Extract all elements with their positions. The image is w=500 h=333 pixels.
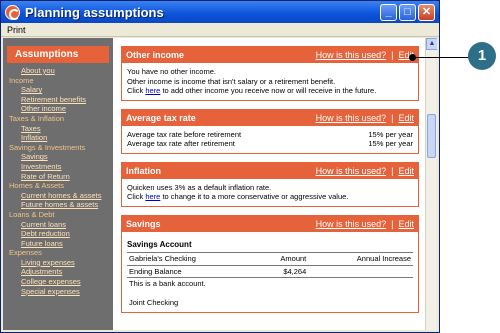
window-title: Planning assumptions bbox=[25, 4, 164, 20]
panel-text: You have no other income. bbox=[127, 67, 216, 76]
sidebar-category: Expenses bbox=[9, 248, 42, 258]
main-content: Other income How is this used? | Edit Yo… bbox=[113, 38, 437, 330]
here-link[interactable]: here bbox=[145, 86, 160, 95]
minimize-button[interactable]: _ bbox=[380, 3, 397, 21]
sidebar-category: Savings & Investments bbox=[9, 142, 86, 152]
sidebar-link[interactable]: Taxes bbox=[7, 124, 113, 134]
menu-print[interactable]: Print bbox=[7, 25, 26, 35]
panel-text: Click here to change it to a more conser… bbox=[127, 192, 349, 201]
link-separator: | bbox=[391, 112, 394, 123]
sidebar-link[interactable]: Savings bbox=[7, 152, 113, 162]
table-row: Gabriela's Checking Amount Annual Increa… bbox=[127, 252, 413, 266]
sidebar-link[interactable]: Other income bbox=[7, 104, 113, 114]
sidebar-list: About you Income Salary Retirement benefits… bbox=[7, 66, 113, 296]
sidebar-link[interactable]: Adjustments bbox=[7, 267, 113, 277]
tax-row: Average tax rate before retirement 15% pe… bbox=[127, 129, 413, 139]
sidebar-category: Income bbox=[9, 75, 34, 85]
scroll-up-icon[interactable]: ▲ bbox=[426, 38, 437, 50]
edit-link[interactable]: Edit bbox=[398, 219, 414, 229]
scroll-thumb[interactable] bbox=[427, 114, 436, 158]
quicken-app-icon bbox=[5, 4, 20, 20]
how-is-this-used-link[interactable]: How is this used? bbox=[316, 113, 387, 123]
close-button[interactable]: ✕ bbox=[418, 3, 435, 21]
tax-row: Average tax rate after retirement 15% per… bbox=[127, 139, 413, 148]
table-row: This is a bank account. bbox=[129, 279, 206, 288]
savings-table: Gabriela's Checking Amount Annual Increa… bbox=[127, 252, 413, 308]
edit-link[interactable]: Edit bbox=[398, 113, 414, 123]
sidebar-header: Assumptions bbox=[7, 46, 109, 63]
title-bar[interactable]: Planning assumptions _ □ ✕ bbox=[1, 1, 439, 23]
sidebar-link[interactable]: Future homes & assets bbox=[7, 200, 113, 210]
sidebar-link[interactable]: Special expenses bbox=[7, 287, 113, 297]
planning-assumptions-window: Planning assumptions _ □ ✕ Print Assumpt… bbox=[0, 0, 440, 333]
sidebar-link[interactable]: Future loans bbox=[7, 239, 113, 249]
panel-title: Average tax rate bbox=[126, 112, 196, 123]
savings-panel: Savings How is this used? | Edit Savings… bbox=[121, 214, 419, 313]
how-is-this-used-link[interactable]: How is this used? bbox=[316, 219, 387, 229]
menu-bar: Print bbox=[1, 23, 439, 37]
sidebar-link[interactable]: Debt reduction bbox=[7, 229, 113, 239]
step-callout-badge: 1 bbox=[468, 42, 496, 70]
savings-subtitle: Savings Account bbox=[127, 239, 192, 249]
panel-text: Other income is income that isn't salary… bbox=[127, 76, 336, 86]
sidebar-link[interactable]: Current loans bbox=[7, 220, 113, 230]
panel-text: Quicken uses 3% as a default inflation r… bbox=[127, 182, 272, 192]
panel-title: Savings bbox=[126, 218, 161, 229]
assumptions-sidebar: Assumptions About you Income Salary Retirem… bbox=[3, 38, 113, 330]
panel-text: Click here to add other income you recei… bbox=[127, 86, 377, 95]
sidebar-category: Loans & Debt bbox=[9, 209, 55, 219]
sidebar-category: Homes & Assets bbox=[9, 181, 65, 191]
sidebar-link[interactable]: Inflation bbox=[7, 133, 113, 143]
table-row: Joint Checking bbox=[129, 297, 179, 307]
how-is-this-used-link[interactable]: How is this used? bbox=[316, 166, 387, 176]
vertical-scrollbar[interactable]: ▲ bbox=[425, 38, 437, 330]
sidebar-link[interactable]: Investments bbox=[7, 162, 113, 172]
callout-line bbox=[413, 57, 473, 58]
link-separator: | bbox=[391, 50, 394, 60]
edit-link[interactable]: Edit bbox=[398, 166, 414, 176]
panel-title: Other income bbox=[126, 50, 185, 60]
table-row: Ending Balance $4,264 bbox=[127, 265, 413, 278]
inflation-panel: Inflation How is this used? | Edit Quick… bbox=[121, 161, 419, 207]
sidebar-link[interactable]: About you bbox=[7, 66, 113, 76]
sidebar-link[interactable]: Salary bbox=[7, 85, 113, 95]
sidebar-link[interactable]: Retirement benefits bbox=[7, 95, 113, 105]
link-separator: | bbox=[391, 165, 394, 176]
how-is-this-used-link[interactable]: How is this used? bbox=[316, 50, 387, 60]
average-tax-rate-panel: Average tax rate How is this used? | Edi… bbox=[121, 108, 419, 154]
sidebar-link[interactable]: Rate of Return bbox=[7, 172, 113, 182]
other-income-panel: Other income How is this used? | Edit Yo… bbox=[121, 46, 419, 101]
panel-title: Inflation bbox=[126, 165, 161, 176]
sidebar-category: Taxes & Inflation bbox=[9, 113, 65, 123]
sidebar-link[interactable]: College expenses bbox=[7, 277, 113, 287]
sidebar-link[interactable]: Living expenses bbox=[7, 258, 113, 268]
sidebar-link[interactable]: Current homes & assets bbox=[7, 191, 113, 201]
maximize-button[interactable]: □ bbox=[399, 3, 416, 21]
link-separator: | bbox=[391, 218, 394, 229]
here-link[interactable]: here bbox=[145, 192, 160, 201]
